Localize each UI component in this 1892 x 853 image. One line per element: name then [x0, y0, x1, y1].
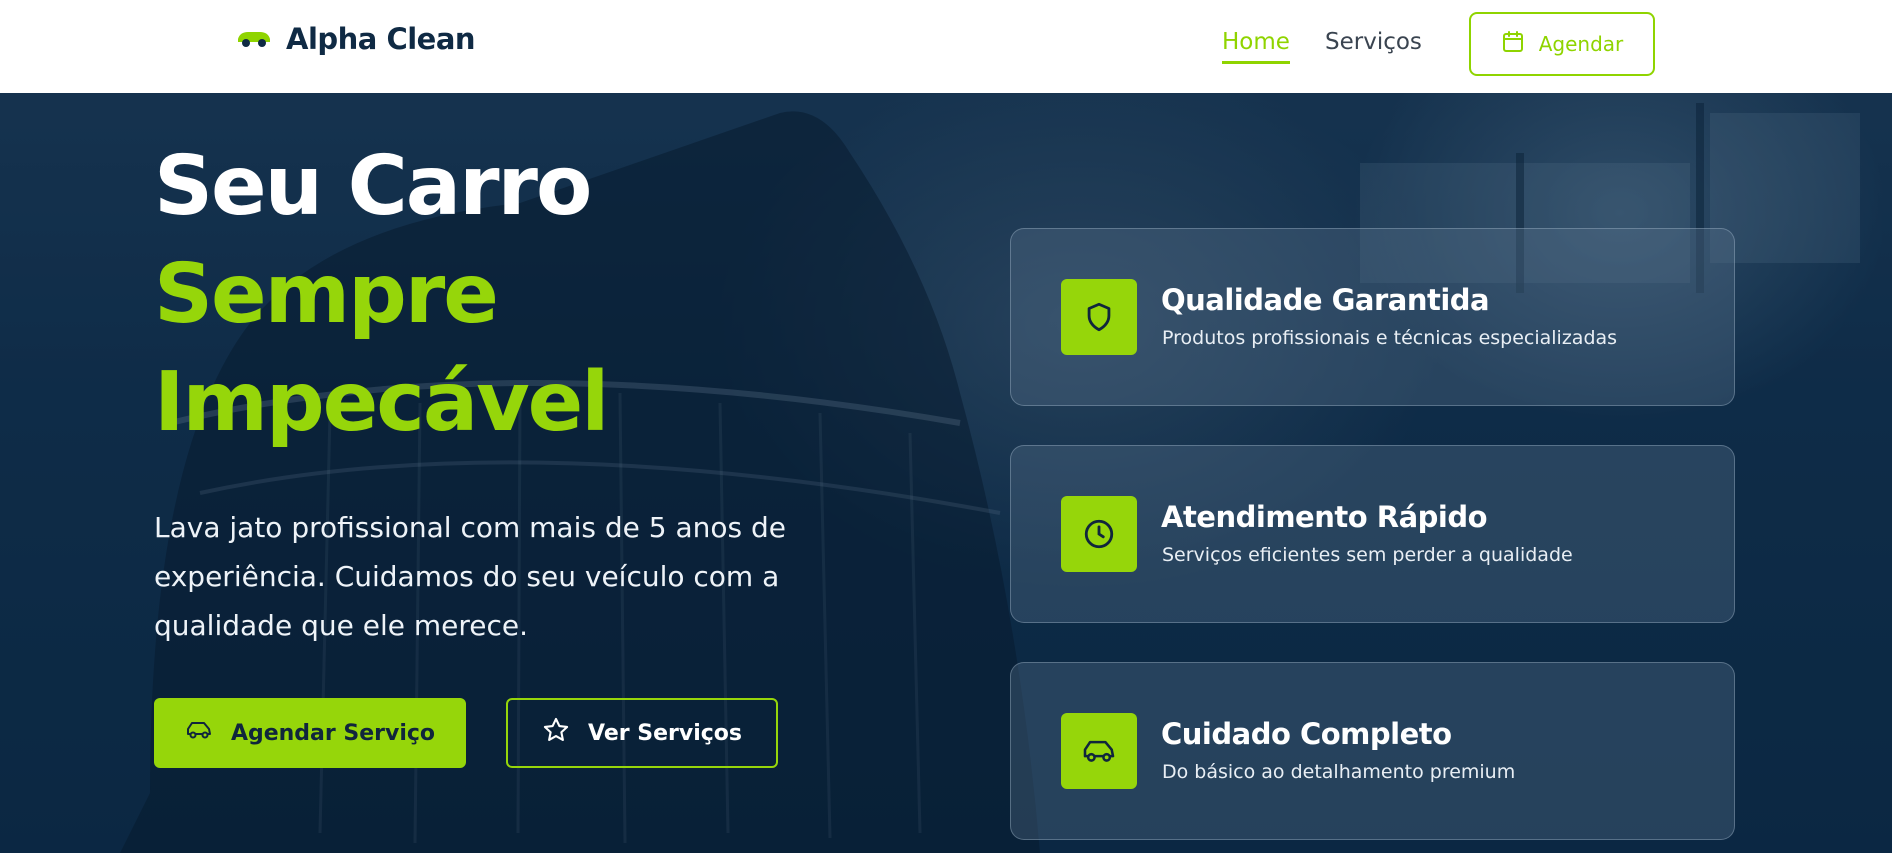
feature-title: Atendimento Rápido — [1161, 500, 1488, 534]
feature-card-speed: Atendimento Rápido Serviços eficientes s… — [1010, 445, 1735, 623]
feature-description: Serviços eficientes sem perder a qualida… — [1162, 544, 1573, 566]
feature-description: Do básico ao detalhamento premium — [1162, 761, 1516, 783]
car-icon — [185, 719, 213, 747]
feature-title: Qualidade Garantida — [1161, 283, 1490, 317]
view-services-button[interactable]: Ver Serviços — [506, 698, 778, 768]
hero-headline: Seu Carro Sempre Impecável — [154, 133, 609, 457]
hero-title-line-3: Impecável — [154, 355, 609, 450]
car-icon — [236, 29, 272, 49]
site-header: Alpha Clean Home Serviços Agendar — [0, 0, 1892, 93]
shield-icon — [1061, 279, 1137, 355]
hero-section: Seu Carro Sempre Impecável Lava jato pro… — [0, 93, 1892, 853]
car-icon — [1061, 713, 1137, 789]
nav-link-services[interactable]: Serviços — [1325, 29, 1422, 55]
hero-title-line-1: Seu Carro — [154, 139, 592, 234]
brand-name: Alpha Clean — [286, 22, 476, 56]
nav-link-home[interactable]: Home — [1222, 29, 1290, 64]
schedule-button[interactable]: Agendar — [1469, 12, 1655, 76]
feature-title: Cuidado Completo — [1161, 717, 1452, 751]
feature-card-quality: Qualidade Garantida Produtos profissiona… — [1010, 228, 1735, 406]
feature-card-care: Cuidado Completo Do básico ao detalhamen… — [1010, 662, 1735, 840]
feature-description: Produtos profissionais e técnicas especi… — [1162, 327, 1618, 349]
hero-description: Lava jato profissional com mais de 5 ano… — [154, 511, 786, 642]
hero-title-line-2: Sempre — [154, 247, 499, 342]
brand-logo[interactable]: Alpha Clean — [236, 22, 476, 56]
clock-icon — [1061, 496, 1137, 572]
schedule-button-label: Agendar — [1538, 32, 1624, 56]
star-icon — [542, 716, 570, 750]
calendar-icon — [1501, 30, 1525, 59]
book-service-button[interactable]: Agendar Serviço — [154, 698, 466, 768]
book-service-label: Agendar Serviço — [230, 720, 436, 746]
view-services-label: Ver Serviços — [588, 720, 742, 746]
